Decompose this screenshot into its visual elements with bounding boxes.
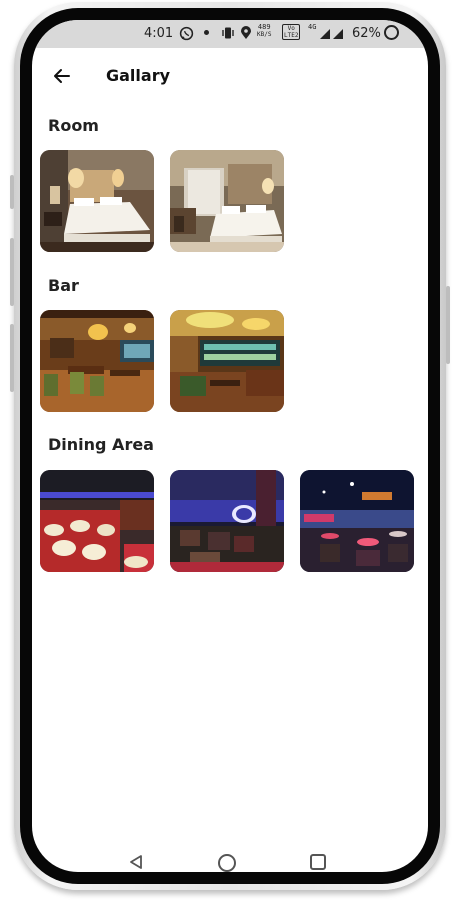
phone-volume-up-button [10,238,14,306]
section-title-bar: Bar [48,276,79,295]
location-icon [240,26,252,44]
phone-power-button [446,286,450,364]
back-arrow-icon[interactable] [52,66,72,86]
network-type: 4G [308,23,317,31]
room-photo-2[interactable] [170,150,284,252]
dining-area-photo-1[interactable] [40,470,154,572]
status-time: 4:01 [144,26,174,41]
phone-side-button [10,175,14,209]
battery-circle-icon [384,25,399,40]
whatsapp-icon [179,26,194,45]
phone-volume-down-button [10,324,14,392]
nav-back-triangle-icon[interactable] [128,854,144,872]
dining-area-photo-2[interactable] [170,470,284,572]
network-speed-value: 489 [257,23,271,31]
screen: 4:01 489 KB/S Vo LTE2 4G 62% Gallary Roo… [32,20,428,872]
network-speed: 489 KB/S [257,23,272,39]
battery-percent: 62% [352,26,381,41]
nav-home-circle-icon[interactable] [218,854,236,872]
status-bar: 4:01 489 KB/S Vo LTE2 4G 62% [32,20,428,48]
section-title-room: Room [48,116,99,135]
signal-icon [320,26,346,44]
volte-bottom-label: LTE2 [284,32,299,39]
dining-area-photo-3[interactable] [300,470,414,572]
room-photo-1[interactable] [40,150,154,252]
volte-icon: Vo LTE2 [282,24,301,40]
bar-photo-2[interactable] [170,310,284,412]
volte-top-label: Vo [287,25,295,32]
nav-recent-square-icon[interactable] [310,854,326,870]
network-speed-unit: KB/S [257,31,272,38]
page-title: Gallary [106,66,171,85]
vibrate-icon [221,26,235,44]
bar-photo-1[interactable] [40,310,154,412]
notification-dot-icon [204,30,209,35]
section-title-dining-area: Dining Area [48,435,154,454]
